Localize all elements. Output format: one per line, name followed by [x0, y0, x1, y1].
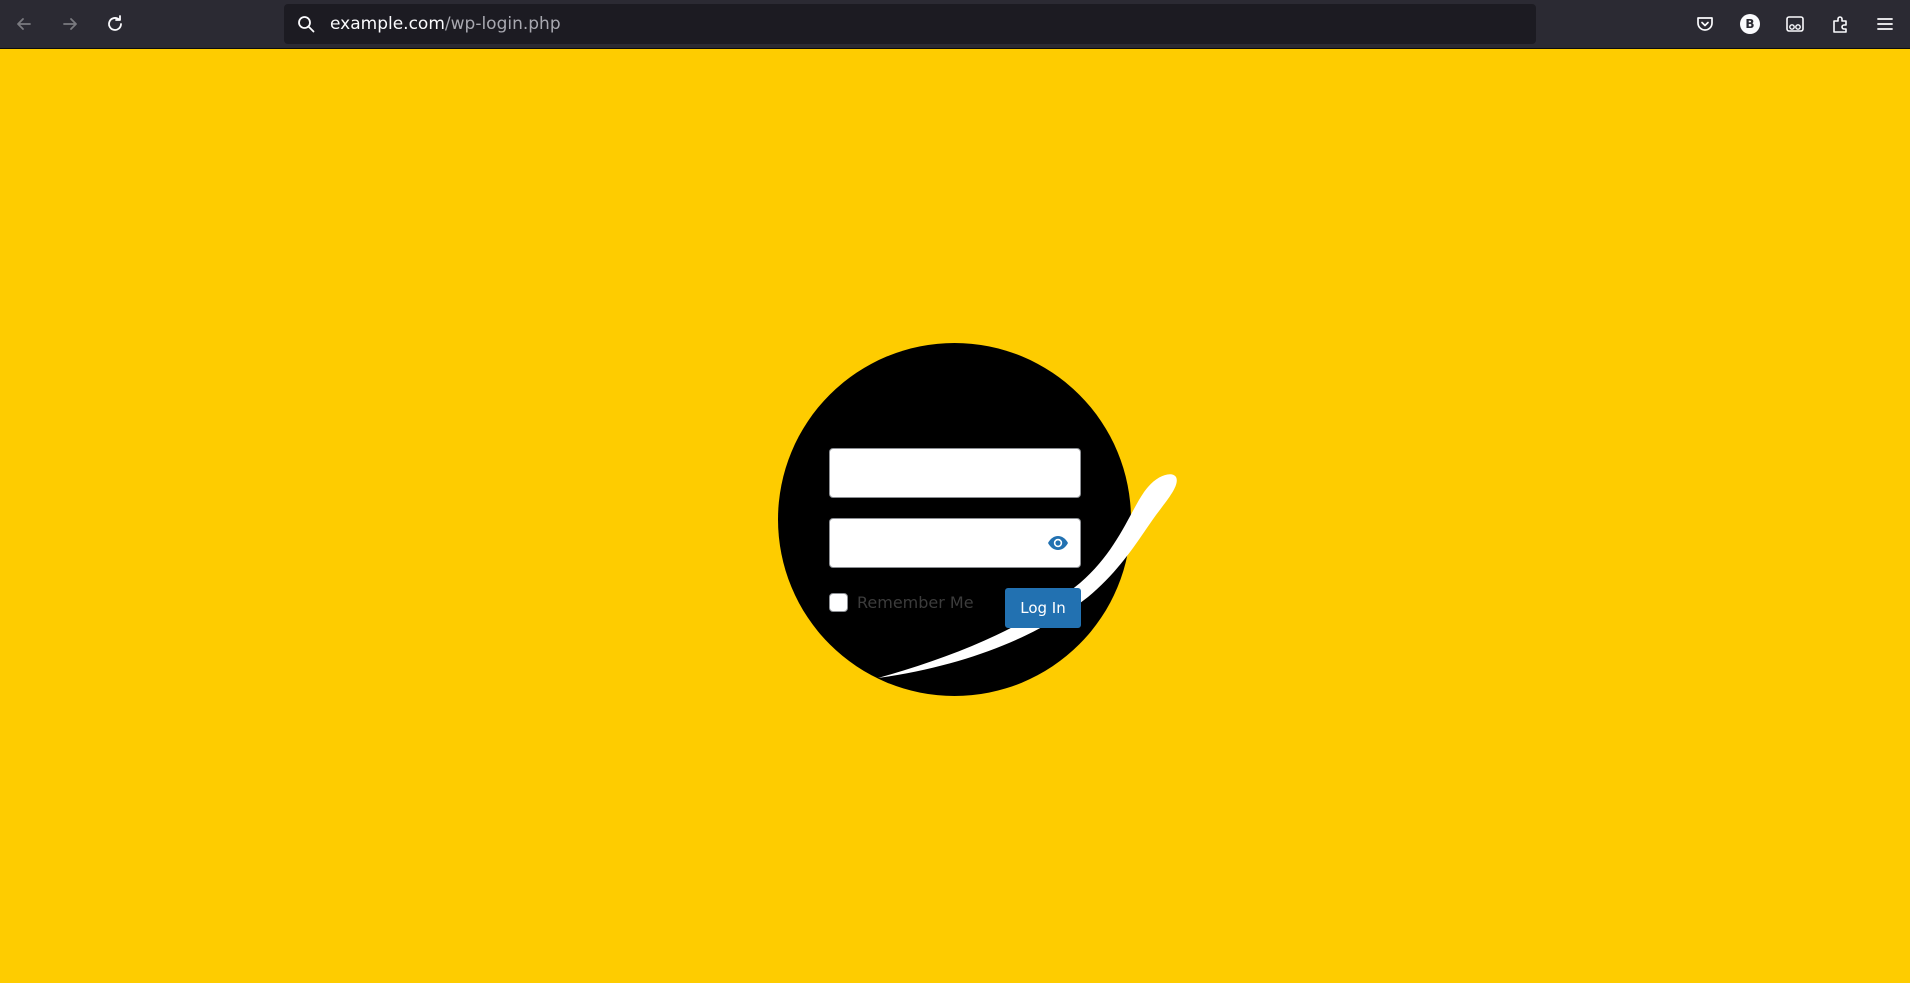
eye-icon: [1048, 536, 1068, 550]
remember-me[interactable]: Remember Me: [829, 590, 974, 614]
extensions-icon: [1833, 16, 1847, 33]
account-icon: B: [1740, 14, 1760, 34]
reload-icon: [108, 15, 122, 31]
login-form: Remember Me Log In: [798, 418, 1111, 672]
pocket-button[interactable]: [1689, 8, 1721, 40]
account-button[interactable]: B: [1734, 8, 1766, 40]
menu-button[interactable]: [1869, 8, 1901, 40]
show-password-button[interactable]: [1042, 528, 1074, 558]
back-button[interactable]: [8, 8, 40, 40]
menu-icon: [1877, 18, 1893, 30]
remember-me-label: Remember Me: [857, 592, 974, 612]
search-icon: [296, 14, 316, 34]
reload-button[interactable]: [99, 8, 131, 40]
remember-me-checkbox[interactable]: [829, 592, 848, 612]
extensions-button[interactable]: [1824, 8, 1856, 40]
username-field[interactable]: [829, 448, 1081, 498]
reader-view-button[interactable]: [1779, 8, 1811, 40]
url-text: example.com/wp-login.php: [330, 14, 561, 34]
address-bar[interactable]: example.com/wp-login.php: [284, 4, 1536, 44]
pocket-icon: [1697, 17, 1713, 31]
browser-toolbar: example.com/wp-login.php B: [0, 0, 1910, 49]
url-host: example.com: [330, 14, 445, 34]
reader-view-icon: [1786, 16, 1804, 32]
forward-icon: [63, 18, 77, 30]
login-button[interactable]: Log In: [1005, 588, 1081, 628]
password-field[interactable]: [829, 518, 1081, 568]
username-input[interactable]: [830, 449, 1080, 497]
back-icon: [17, 18, 31, 30]
url-path: /wp-login.php: [444, 14, 561, 34]
forward-button[interactable]: [54, 8, 86, 40]
